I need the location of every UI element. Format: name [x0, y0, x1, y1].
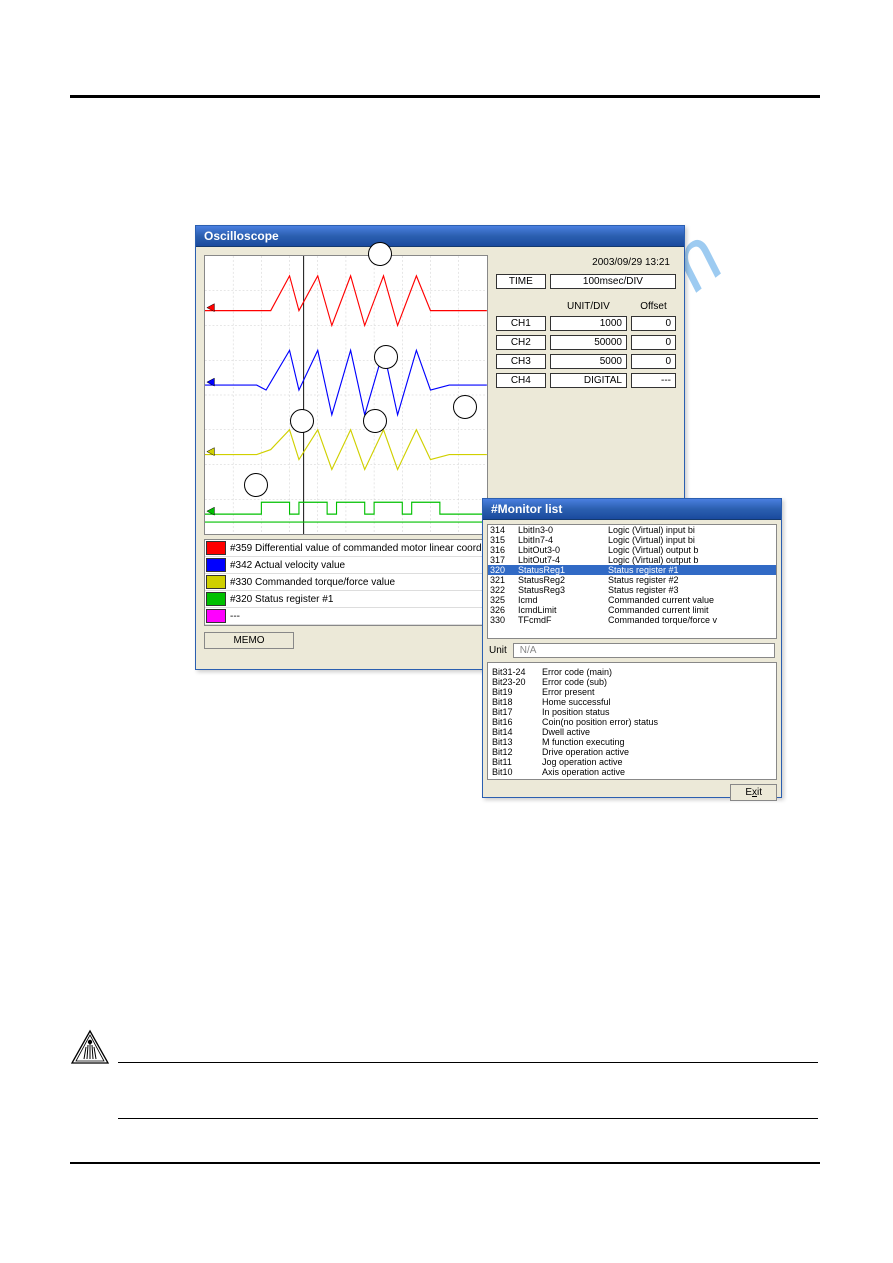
- legend-text: ---: [227, 610, 243, 623]
- ch1-offset: 0: [631, 316, 676, 331]
- ch4-unitdiv: DIGITAL: [550, 373, 627, 388]
- table-row[interactable]: 325IcmdCommanded current value: [488, 595, 776, 605]
- table-row[interactable]: 314LbitIn3-0Logic (Virtual) input bi: [488, 525, 776, 535]
- legend-row[interactable]: #320 Status register #1: [205, 591, 487, 608]
- legend-row[interactable]: #342 Actual velocity value: [205, 557, 487, 574]
- oscilloscope-plot[interactable]: [204, 255, 488, 535]
- ch4-label: CH4: [496, 373, 546, 388]
- legend-row[interactable]: #330 Commanded torque/force value: [205, 574, 487, 591]
- ch3-label: CH3: [496, 354, 546, 369]
- table-row[interactable]: 317LbitOut7-4Logic (Virtual) output b: [488, 555, 776, 565]
- time-label: TIME: [496, 274, 546, 289]
- table-row[interactable]: 315LbitIn7-4Logic (Virtual) input bi: [488, 535, 776, 545]
- annotation-circle: [363, 409, 387, 433]
- legend-row[interactable]: #359 Differential value of commanded mot…: [205, 540, 487, 557]
- ch1-label: CH1: [496, 316, 546, 331]
- monitor-list-window: #Monitor list 314LbitIn3-0Logic (Virtual…: [482, 498, 782, 798]
- bit-row: Bit17In position status: [492, 707, 772, 717]
- offset-header: Offset: [631, 301, 676, 312]
- unitdiv-header: UNIT/DIV: [550, 301, 627, 312]
- annotation-circle: [453, 395, 477, 419]
- bit-row: Bit14Dwell active: [492, 727, 772, 737]
- memo-button[interactable]: MEMO: [204, 632, 294, 649]
- warning-icon: [70, 1029, 110, 1070]
- bit-row: Bit23-20Error code (sub): [492, 677, 772, 687]
- unit-value: N/A: [513, 643, 775, 658]
- bit-row: Bit31-24Error code (main): [492, 667, 772, 677]
- legend-swatch-ch5: [206, 609, 226, 623]
- table-row-selected[interactable]: 320StatusReg1Status register #1: [488, 565, 776, 575]
- bit-row: Bit11Jog operation active: [492, 757, 772, 767]
- legend-text: #330 Commanded torque/force value: [227, 576, 398, 589]
- table-row[interactable]: 321StatusReg2Status register #2: [488, 575, 776, 585]
- annotation-circle: [290, 409, 314, 433]
- page-footer-rule: [70, 1162, 820, 1164]
- bit-row: Bit10Axis operation active: [492, 767, 772, 777]
- legend-swatch-ch4: [206, 592, 226, 606]
- table-row[interactable]: 316LbitOut3-0Logic (Virtual) output b: [488, 545, 776, 555]
- warning-rule: [118, 1062, 818, 1063]
- table-row[interactable]: 322StatusReg3Status register #3: [488, 585, 776, 595]
- datetime-label: 2003/09/29 13:21: [496, 255, 676, 270]
- unit-label: Unit: [489, 645, 507, 656]
- legend-text: #342 Actual velocity value: [227, 559, 348, 572]
- bit-row: Bit18Home successful: [492, 697, 772, 707]
- legend-row[interactable]: ---: [205, 608, 487, 625]
- ch1-unitdiv: 1000: [550, 316, 627, 331]
- oscilloscope-titlebar[interactable]: Oscilloscope: [196, 226, 684, 247]
- legend-swatch-ch1: [206, 541, 226, 555]
- table-row[interactable]: 326IcmdLimitCommanded current limit: [488, 605, 776, 615]
- legend-swatch-ch3: [206, 575, 226, 589]
- bit-row: Bit12Drive operation active: [492, 747, 772, 757]
- warning-rule: [118, 1118, 818, 1119]
- ch2-unitdiv: 50000: [550, 335, 627, 350]
- ch3-unitdiv: 5000: [550, 354, 627, 369]
- ch2-label: CH2: [496, 335, 546, 350]
- bit-row: Bit13M function executing: [492, 737, 772, 747]
- monitor-titlebar[interactable]: #Monitor list: [483, 499, 781, 520]
- bit-description-box[interactable]: Bit31-24Error code (main) Bit23-20Error …: [487, 662, 777, 780]
- page-header-rule: [70, 95, 820, 98]
- ch2-offset: 0: [631, 335, 676, 350]
- ch3-offset: 0: [631, 354, 676, 369]
- legend-swatch-ch2: [206, 558, 226, 572]
- monitor-table[interactable]: 314LbitIn3-0Logic (Virtual) input bi 315…: [487, 524, 777, 639]
- bit-row: Bit19Error present: [492, 687, 772, 697]
- time-value: 100msec/DIV: [550, 274, 676, 289]
- bit-row: Bit16Coin(no position error) status: [492, 717, 772, 727]
- annotation-circle: [374, 345, 398, 369]
- oscilloscope-legend: #359 Differential value of commanded mot…: [204, 539, 488, 626]
- legend-text: #359 Differential value of commanded mot…: [227, 542, 487, 555]
- table-row[interactable]: 330TFcmdFCommanded torque/force v: [488, 615, 776, 625]
- ch4-offset: ---: [631, 373, 676, 388]
- legend-text: #320 Status register #1: [227, 593, 336, 606]
- exit-button[interactable]: Exit: [730, 784, 777, 801]
